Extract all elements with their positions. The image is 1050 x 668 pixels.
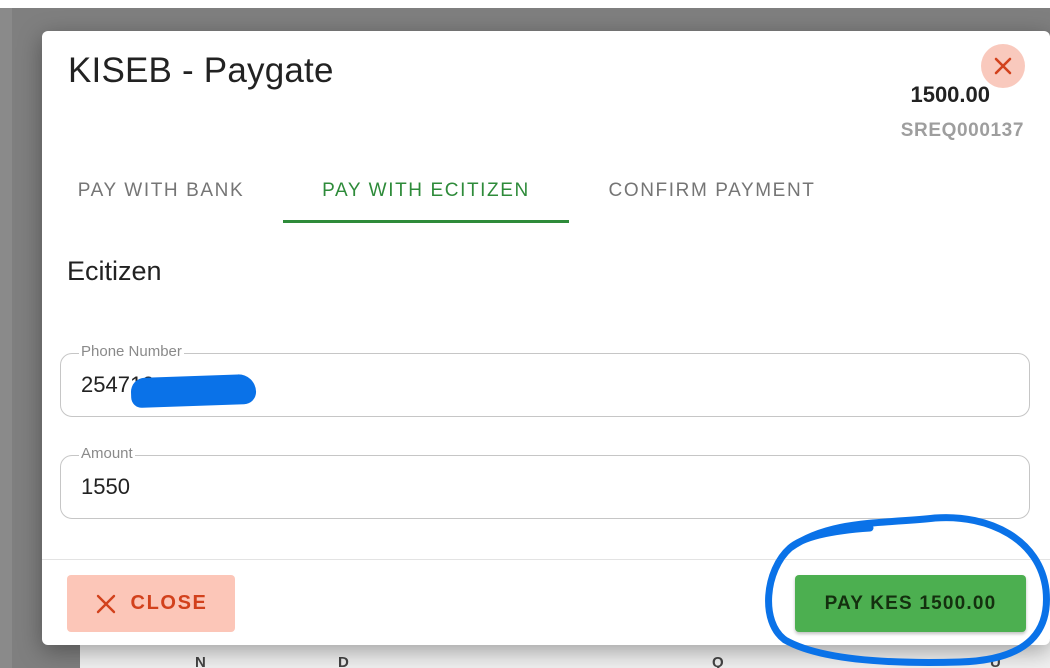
footer-divider [42,559,1050,560]
active-tab-indicator [283,220,569,223]
phone-number-label: Phone Number [79,343,184,360]
background-column-label: D [338,654,349,668]
dialog-title: KISEB - Paygate [68,51,334,90]
amount-label: Amount [79,445,135,462]
page-background-top [0,0,1050,8]
payment-reference: SREQ000137 [900,120,1024,141]
amount-input[interactable] [81,474,1001,500]
phone-number-field[interactable]: Phone Number [60,343,1030,417]
payment-tabs: PAY WITH BANK PAY WITH ECITIZEN CONFIRM … [42,159,1050,225]
pay-button[interactable]: PAY KES 1500.00 [795,575,1026,632]
close-button[interactable]: CLOSE [67,575,235,632]
tab-confirm-payment[interactable]: CONFIRM PAYMENT [582,159,842,223]
tab-pay-with-bank[interactable]: PAY WITH BANK [56,159,266,223]
close-icon [96,594,115,613]
section-title: Ecitizen [67,256,162,286]
tab-pay-with-ecitizen[interactable]: PAY WITH ECITIZEN [283,159,569,223]
amount-field[interactable]: Amount [60,445,1030,519]
close-button-label: CLOSE [130,592,208,614]
payment-dialog: KISEB - Paygate 1500.00 SREQ000137 PAY W… [42,31,1050,645]
redaction-mark [130,373,257,409]
page-background-left [0,8,12,668]
background-column-label: N [195,654,206,668]
payment-amount: 1500.00 [910,82,990,107]
background-column-label: U [990,654,1001,668]
close-icon [994,57,1012,75]
background-column-label: Q [712,654,724,668]
